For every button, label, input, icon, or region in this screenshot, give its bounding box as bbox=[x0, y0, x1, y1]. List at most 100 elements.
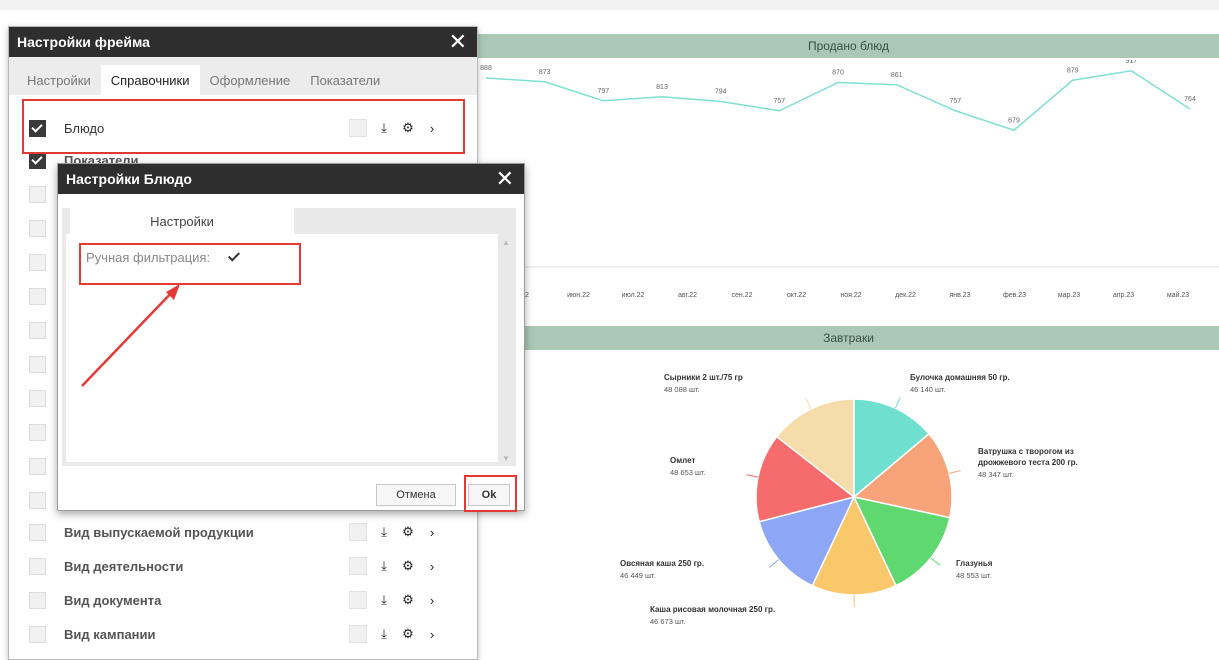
x-tick-label: апр.23 bbox=[1113, 292, 1134, 299]
data-label: 679 bbox=[1008, 117, 1020, 124]
slice-value: 46 673 шт. bbox=[650, 617, 686, 626]
slice-value: 48 347 шт. bbox=[978, 470, 1014, 479]
download-icon[interactable]: ⤓ bbox=[377, 559, 391, 573]
checkbox[interactable] bbox=[29, 288, 46, 305]
data-label: 764 bbox=[1184, 96, 1196, 103]
checkbox[interactable] bbox=[29, 220, 46, 237]
x-tick-label: сен.22 bbox=[732, 292, 753, 299]
checkbox-pokazateli[interactable] bbox=[29, 152, 46, 169]
cancel-button[interactable]: Отмена bbox=[376, 484, 456, 506]
list-item-product-type[interactable]: Вид выпускаемой продукции ⤓ ⚙ › bbox=[29, 517, 449, 547]
square-toggle[interactable] bbox=[349, 591, 367, 609]
slice-label: Булочка домашняя 50 гр. bbox=[910, 373, 1010, 382]
checkbox[interactable] bbox=[29, 254, 46, 271]
checkbox[interactable] bbox=[29, 356, 46, 373]
download-icon[interactable]: ⤓ bbox=[377, 593, 391, 607]
tab-settings[interactable]: Настройки bbox=[70, 208, 294, 234]
chevron-right-icon[interactable]: › bbox=[425, 593, 439, 607]
list-item-label: Вид выпускаемой продукции bbox=[64, 525, 349, 540]
slice-label: Овсяная каша 250 гр. bbox=[620, 559, 704, 568]
slice-label: Сырники 2 шт./75 гр bbox=[664, 373, 743, 382]
slice-connector bbox=[806, 398, 811, 409]
x-tick-label: ноя.22 bbox=[840, 292, 861, 299]
scrollbar[interactable]: ▲ ▼ bbox=[502, 238, 512, 463]
x-tick-label: июн.22 bbox=[567, 292, 590, 299]
checkbox[interactable] bbox=[29, 458, 46, 475]
slice-value: 46 449 шт. bbox=[620, 571, 656, 580]
frame-dialog-tabs: Настройки Справочники Оформление Показат… bbox=[9, 57, 477, 95]
data-label: 813 bbox=[656, 84, 668, 91]
data-label: 879 bbox=[1067, 67, 1079, 74]
tab-settings[interactable]: Настройки bbox=[17, 65, 101, 95]
checkbox[interactable] bbox=[29, 424, 46, 441]
data-label: 757 bbox=[949, 98, 961, 105]
chevron-right-icon[interactable]: › bbox=[425, 525, 439, 539]
list-item-campaign-type[interactable]: Вид кампании ⤓ ⚙ › bbox=[29, 619, 449, 649]
download-icon[interactable]: ⤓ bbox=[377, 627, 391, 641]
checkbox-campaign-type[interactable] bbox=[29, 626, 46, 643]
x-tick-label: фев.23 bbox=[1003, 292, 1026, 299]
square-toggle[interactable] bbox=[349, 557, 367, 575]
gear-icon[interactable]: ⚙ bbox=[401, 559, 415, 573]
x-tick-label: мар.23 bbox=[1058, 292, 1080, 299]
tab-appearance[interactable]: Оформление bbox=[200, 65, 301, 95]
gear-icon[interactable]: ⚙ bbox=[401, 593, 415, 607]
slice-label: дрожжевого теста 200 гр. bbox=[978, 458, 1078, 467]
slice-label: Ватрушка с творогом из bbox=[978, 447, 1074, 456]
pie-chart: Булочка домашняя 50 гр. 46 140 шт. Ватрушк… bbox=[478, 350, 1219, 655]
highlight-ok-button bbox=[464, 475, 517, 512]
slice-connector bbox=[746, 475, 758, 477]
gear-icon[interactable]: ⚙ bbox=[401, 627, 415, 641]
slice-value: 48 653 шт. bbox=[670, 468, 706, 477]
red-arrow bbox=[72, 278, 212, 398]
data-label: 794 bbox=[715, 89, 727, 96]
line-chart: 888873797813794757870861757679879917764,… bbox=[478, 60, 1219, 310]
sub-dialog-titlebar: Настройки Блюдо ✕ bbox=[58, 164, 524, 194]
chevron-right-icon[interactable]: › bbox=[425, 627, 439, 641]
highlight-blyudo-row bbox=[22, 99, 465, 154]
checkbox-activity-type[interactable] bbox=[29, 558, 46, 575]
checkbox[interactable] bbox=[29, 322, 46, 339]
slice-label: Каша рисовая молочная 250 гр. bbox=[650, 605, 775, 614]
list-item-label: Вид деятельности bbox=[64, 559, 349, 574]
gear-icon[interactable]: ⚙ bbox=[401, 525, 415, 539]
checkbox-product-type[interactable] bbox=[29, 524, 46, 541]
slice-label: Омлет bbox=[670, 456, 695, 465]
close-icon[interactable]: ✕ bbox=[449, 31, 467, 53]
line-chart-title: Продано блюд bbox=[808, 39, 889, 53]
square-toggle[interactable] bbox=[349, 625, 367, 643]
checkbox[interactable] bbox=[29, 186, 46, 203]
data-label: 757 bbox=[773, 98, 785, 105]
x-tick-label: май.23 bbox=[1167, 291, 1189, 299]
slice-value: 48 553 шт. bbox=[956, 571, 992, 580]
list-item-label: Вид кампании bbox=[64, 627, 349, 642]
data-label: 870 bbox=[832, 70, 844, 77]
slice-connector bbox=[949, 470, 961, 473]
top-strip bbox=[0, 0, 1219, 10]
list-item-label: Вид документа bbox=[64, 593, 349, 608]
slice-value: 48 088 шт. bbox=[664, 385, 700, 394]
slice-label: Глазунья bbox=[956, 559, 993, 568]
checkbox[interactable] bbox=[29, 492, 46, 509]
data-label: 873 bbox=[539, 69, 551, 76]
slice-connector bbox=[895, 397, 900, 408]
checkbox[interactable] bbox=[29, 390, 46, 407]
pie-chart-title: Завтраки bbox=[823, 331, 874, 345]
data-label: 888 bbox=[480, 65, 492, 72]
slice-connector bbox=[931, 558, 940, 565]
pie-chart-header: Завтраки bbox=[478, 326, 1219, 350]
line-chart-header: Продано блюд bbox=[478, 34, 1219, 58]
list-item-document-type[interactable]: Вид документа ⤓ ⚙ › bbox=[29, 585, 449, 615]
square-toggle[interactable] bbox=[349, 523, 367, 541]
checkbox-document-type[interactable] bbox=[29, 592, 46, 609]
tab-references[interactable]: Справочники bbox=[101, 65, 200, 95]
x-tick-label: июл.22 bbox=[622, 292, 645, 299]
chevron-right-icon[interactable]: › bbox=[425, 559, 439, 573]
x-tick-label: янв.23 bbox=[949, 292, 970, 299]
close-icon[interactable]: ✕ bbox=[496, 168, 514, 190]
slice-value: 46 140 шт. bbox=[910, 385, 946, 394]
list-item-activity-type[interactable]: Вид деятельности ⤓ ⚙ › bbox=[29, 551, 449, 581]
tab-indicators[interactable]: Показатели bbox=[300, 65, 390, 95]
data-label: 797 bbox=[597, 88, 609, 95]
download-icon[interactable]: ⤓ bbox=[377, 525, 391, 539]
